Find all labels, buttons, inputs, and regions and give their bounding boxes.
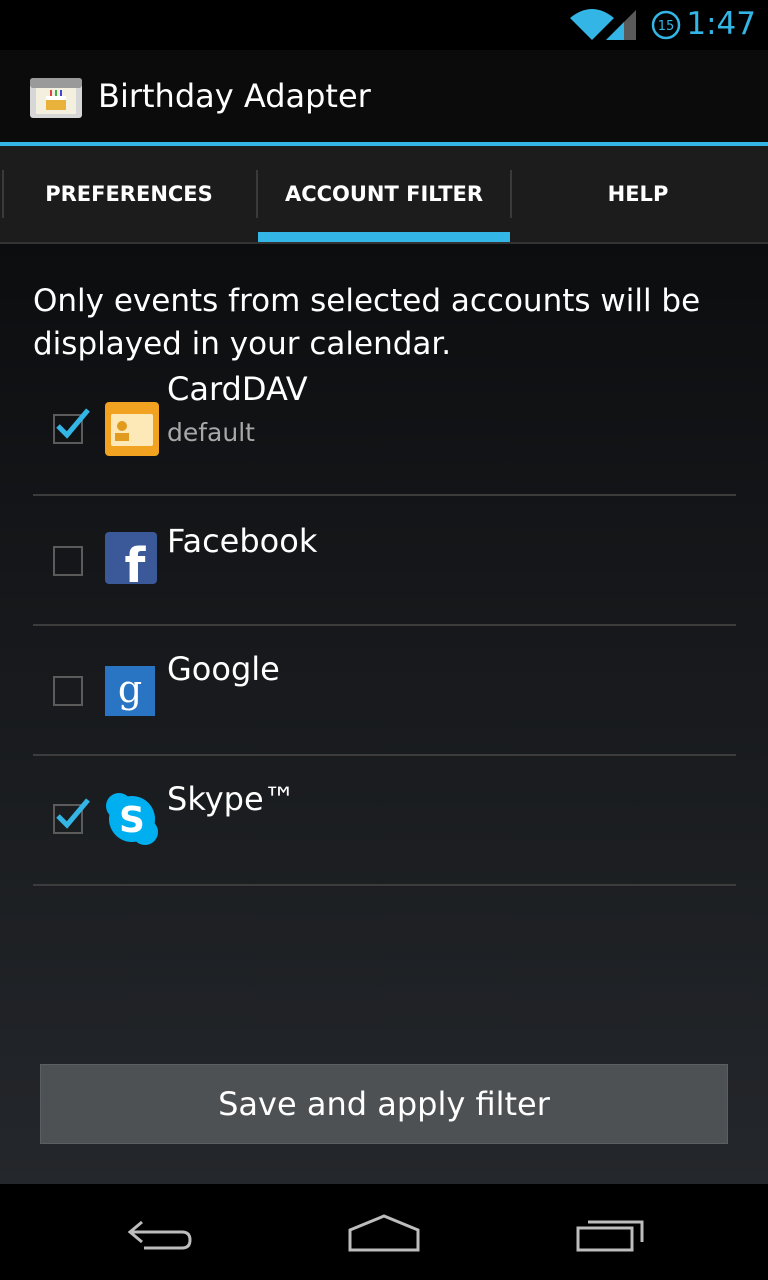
- account-row-google[interactable]: g Google: [33, 624, 736, 756]
- save-button-label: Save and apply filter: [218, 1085, 550, 1123]
- birthday-cake-icon: [30, 78, 82, 118]
- checkbox-carddav[interactable]: [53, 408, 90, 444]
- tab-label: HELP: [607, 182, 669, 206]
- skype-icon: S: [106, 793, 158, 845]
- tab-account-filter[interactable]: ACCOUNT FILTER: [257, 146, 511, 242]
- check-icon: [56, 798, 90, 829]
- sync-icon: 15: [651, 10, 681, 40]
- app-title: Birthday Adapter: [98, 77, 371, 115]
- status-bar: 15 1:47: [0, 0, 768, 50]
- tab-help[interactable]: HELP: [511, 146, 765, 242]
- account-name: Facebook: [167, 522, 318, 560]
- sync-badge-count: 15: [658, 19, 675, 34]
- account-row-carddav[interactable]: CardDAV default: [33, 364, 736, 496]
- checkbox-google[interactable]: [53, 676, 83, 706]
- intro-text: Only events from selected accounts will …: [33, 283, 701, 362]
- svg-text:g: g: [118, 667, 142, 711]
- checkbox-skype[interactable]: [53, 798, 90, 834]
- status-time: 1:47: [686, 6, 756, 42]
- tab-label: ACCOUNT FILTER: [284, 182, 484, 206]
- save-apply-filter-button[interactable]: Save and apply filter: [40, 1064, 728, 1144]
- check-icon: [56, 408, 90, 439]
- action-bar: Birthday Adapter: [0, 50, 768, 142]
- recents-icon[interactable]: [574, 1214, 646, 1254]
- google-icon: g: [105, 666, 155, 716]
- account-row-skype[interactable]: S Skype™: [33, 754, 736, 886]
- checkbox-facebook[interactable]: [53, 546, 83, 576]
- facebook-icon: f: [105, 532, 157, 584]
- back-icon[interactable]: [124, 1216, 196, 1256]
- account-name: CardDAV: [167, 370, 308, 408]
- selected-tab-indicator: [258, 232, 510, 242]
- tab-bar: PREFERENCES ACCOUNT FILTER HELP: [0, 146, 768, 244]
- account-row-facebook[interactable]: f Facebook: [33, 494, 736, 626]
- account-subtitle: default: [167, 418, 255, 447]
- account-filter-panel: Only events from selected accounts will …: [0, 244, 768, 1184]
- carddav-icon: [105, 402, 159, 456]
- signal-icon: [606, 10, 636, 40]
- svg-text:S: S: [119, 800, 145, 841]
- home-icon[interactable]: [346, 1212, 422, 1254]
- tab-label: PREFERENCES: [45, 182, 213, 206]
- account-name: Google: [167, 650, 280, 688]
- svg-text:f: f: [125, 538, 147, 584]
- tab-preferences[interactable]: PREFERENCES: [2, 146, 256, 242]
- account-name: Skype™: [167, 780, 296, 818]
- navigation-bar: [0, 1184, 768, 1280]
